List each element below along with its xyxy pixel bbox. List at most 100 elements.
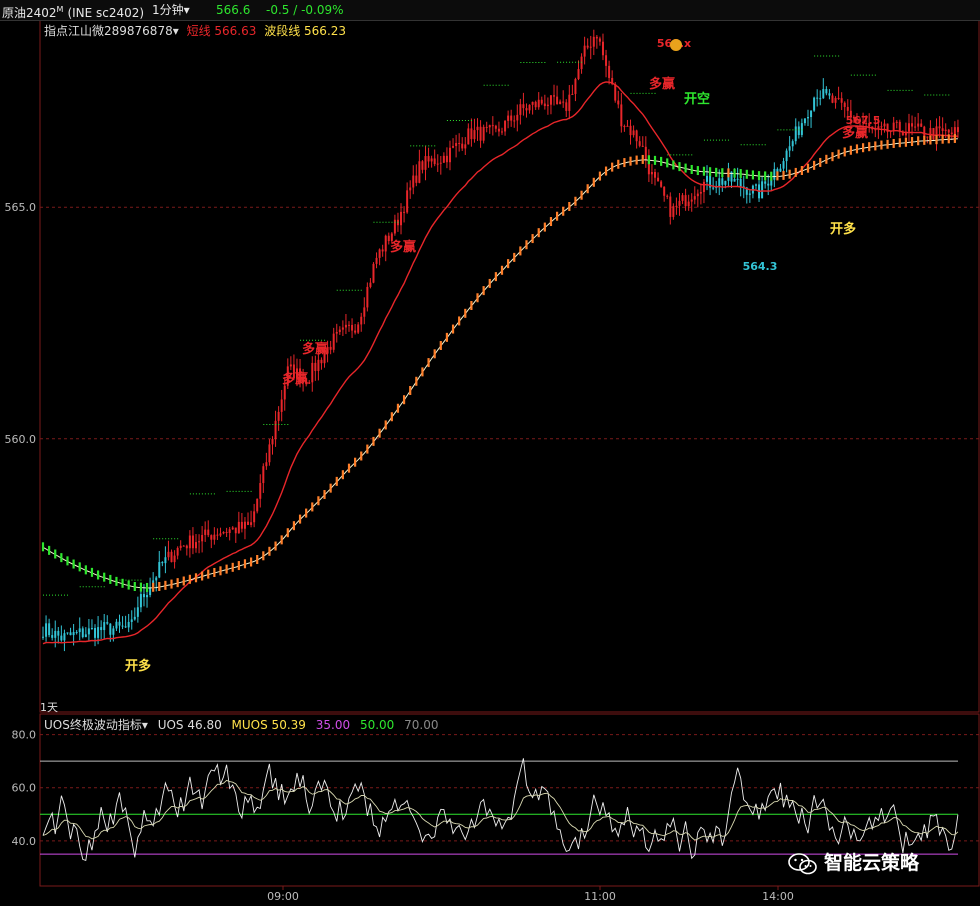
signal-annotation: 开多: [830, 221, 856, 237]
candle-body: [663, 186, 666, 196]
candle-body: [635, 130, 638, 142]
last-price: 566.6: [216, 3, 251, 17]
candle-body: [540, 99, 543, 104]
candle-body: [277, 411, 280, 421]
candle-body: [785, 150, 788, 162]
candle-body: [57, 630, 60, 636]
candle-body: [519, 104, 522, 115]
indicator-name[interactable]: 指点江山微289876878▾: [44, 24, 179, 38]
candle-body: [81, 628, 84, 638]
main-contract-mark: M: [56, 5, 64, 14]
indicator-legend: UOS终极波动指标▾ UOS 46.80 MUOS 50.39 35.00 50…: [44, 716, 444, 733]
candle-body: [60, 635, 63, 641]
candle-body: [222, 531, 225, 534]
candle-body: [182, 545, 185, 547]
candle-body: [629, 125, 632, 136]
candle-body: [283, 385, 286, 400]
candle-body: [608, 65, 611, 78]
candle-body: [90, 627, 93, 629]
candle-body: [956, 127, 959, 133]
candle-body: [644, 146, 647, 160]
candle-body: [439, 162, 442, 164]
uos-value: UOS 46.80: [157, 718, 222, 732]
period-marker: 1天: [40, 701, 58, 714]
candle-body: [776, 168, 779, 172]
candle-body: [97, 627, 100, 638]
candle-body: [929, 128, 932, 137]
candle-body: [461, 143, 464, 149]
instrument-title[interactable]: 原油2402M (INE sc2402): [2, 0, 144, 23]
x-tick-label: 09:00: [267, 890, 299, 903]
period-selector[interactable]: 1分钟▾: [152, 0, 190, 20]
candle-body: [739, 178, 742, 187]
candle-body: [895, 121, 898, 123]
candle-body: [259, 483, 262, 499]
candle-body: [418, 161, 421, 183]
candle-body: [421, 161, 424, 170]
candle-body: [344, 324, 347, 328]
level-dashes: [43, 55, 951, 596]
candle-body: [944, 129, 947, 131]
candle-body: [782, 161, 785, 169]
candle-body: [911, 123, 914, 127]
candle-body: [354, 330, 357, 333]
candle-body: [455, 143, 458, 147]
candle-body: [917, 123, 920, 127]
candle-body: [124, 626, 127, 628]
candle-body: [794, 126, 797, 142]
candle-body: [666, 195, 669, 197]
candle-body: [72, 632, 75, 636]
watermark: 智能云策略: [788, 848, 919, 875]
candle-body: [412, 175, 415, 188]
candle-body: [773, 168, 776, 180]
candle-body: [341, 327, 344, 330]
candle-body: [513, 120, 516, 122]
candle-body: [51, 635, 54, 638]
candle-body: [375, 257, 378, 264]
candle-body: [562, 101, 565, 103]
indicator-y-tick-label: 60.0: [12, 782, 37, 795]
candle-body: [825, 89, 828, 94]
indicator-y-tick-label: 80.0: [12, 729, 37, 742]
candle-body: [537, 99, 540, 108]
candle-body: [317, 359, 320, 371]
y-tick-label: 560.0: [5, 433, 37, 446]
candle-body: [198, 541, 201, 543]
short-line-legend: 短线 566.63: [186, 24, 257, 38]
wechat-icon: [788, 852, 817, 874]
candle-body: [950, 132, 953, 135]
candle-body: [800, 123, 803, 135]
candle-body: [69, 632, 72, 636]
signal-annotation: 多赢: [842, 125, 868, 141]
candle-body: [531, 101, 534, 105]
candle-body: [926, 136, 929, 138]
candle-body: [219, 533, 222, 536]
candle-body: [100, 627, 103, 631]
candle-body: [623, 126, 626, 128]
candle-body: [75, 632, 78, 634]
candle-body: [672, 206, 675, 217]
candle-body: [598, 38, 601, 42]
candle-body: [626, 125, 629, 127]
candle-body: [846, 106, 849, 111]
candle-body: [436, 163, 439, 165]
level-35: 35.00: [315, 718, 351, 732]
candle-body: [617, 100, 620, 105]
candle-body: [718, 178, 721, 187]
x-tick-label: 14:00: [762, 890, 794, 903]
candle-body: [103, 622, 106, 631]
candle-body: [136, 607, 139, 617]
candle-body: [155, 577, 158, 581]
candle-body: [351, 324, 354, 331]
candle-body: [543, 103, 546, 107]
candle-body: [819, 98, 822, 100]
candle-body: [311, 362, 314, 383]
candle-body: [45, 623, 48, 637]
candle-body: [237, 521, 240, 534]
wave-band: [41, 133, 956, 592]
instrument-header: 原油2402M (INE sc2402) 1分钟▾ 566.6 -0.5 / -0…: [0, 0, 980, 21]
candle-body: [247, 521, 250, 525]
candle-body: [378, 249, 381, 258]
candle-body: [329, 346, 332, 350]
indicator-name-uos[interactable]: UOS终极波动指标▾: [44, 718, 148, 732]
